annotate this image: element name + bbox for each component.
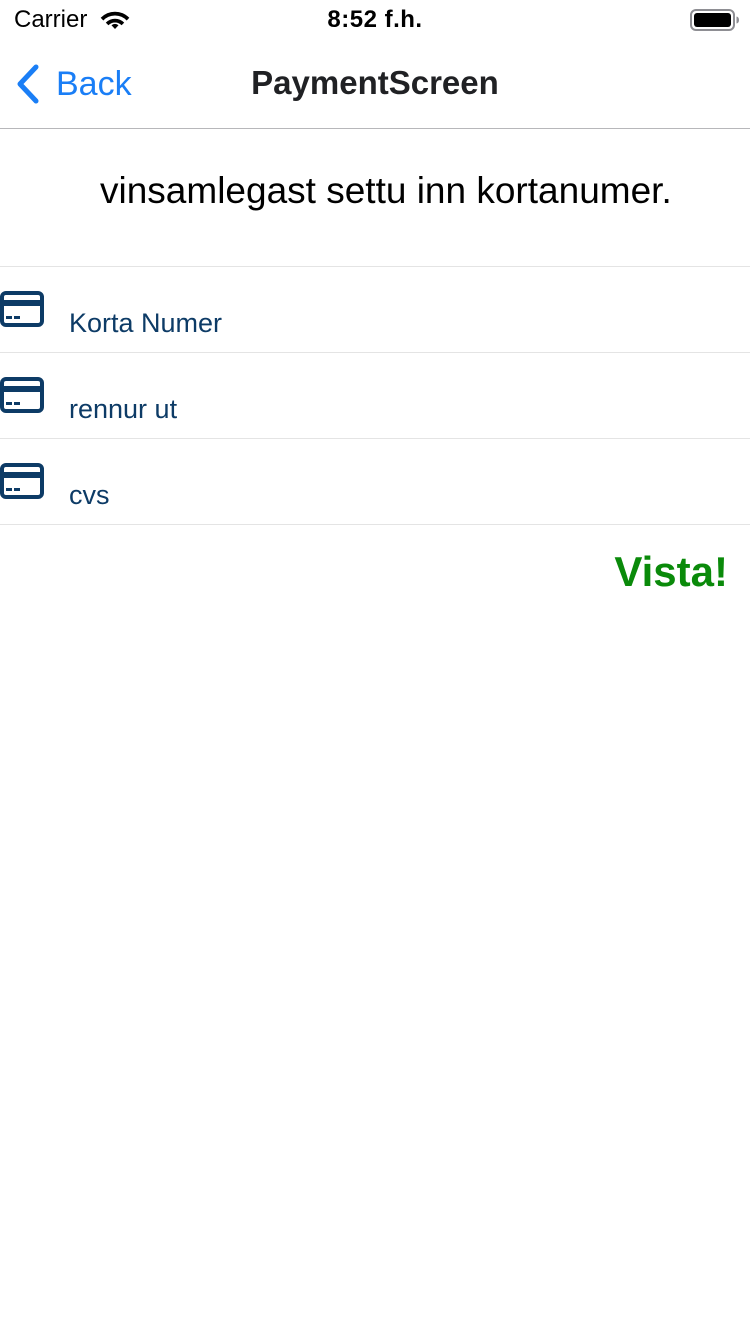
save-button[interactable]: Vista! [614,548,728,596]
page-title: PaymentScreen [251,64,499,101]
cvs-row [0,439,750,525]
cvs-input[interactable] [69,475,729,515]
battery-icon [690,9,739,31]
credit-card-icon [0,377,44,413]
card-number-input[interactable] [69,303,729,343]
instruction-text: vinsamlegast settu inn kortanumer. [100,170,672,211]
status-bar: Carrier 8:52 f.h. [0,0,750,40]
credit-card-icon [0,291,44,327]
navigation-bar: Back PaymentScreen [0,40,750,129]
clock: 8:52 f.h. [327,6,423,33]
credit-card-icon [0,463,44,499]
expiry-row [0,353,750,439]
payment-form [0,266,750,525]
expiry-input[interactable] [69,389,729,429]
card-number-row [0,267,750,353]
